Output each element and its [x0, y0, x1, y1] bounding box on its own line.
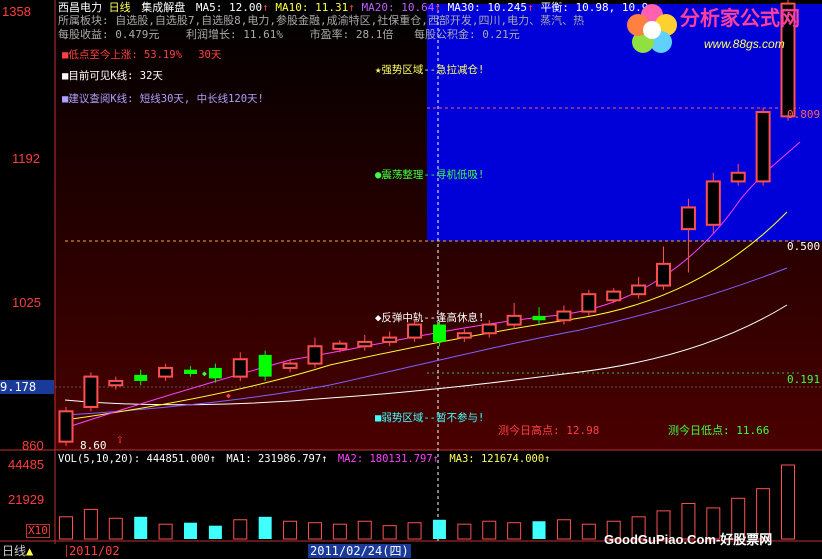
fib-191-label: 0.191 — [787, 373, 821, 386]
period-switch[interactable]: 日线▲ — [2, 545, 33, 557]
volume-bar — [382, 525, 397, 540]
diamond-marker-red: ◆ — [226, 391, 231, 400]
diamond-marker: ◆ — [202, 369, 207, 378]
ma5-value: MA5: 12.00 — [195, 1, 263, 14]
y-tick-mid: 1025 — [12, 295, 41, 310]
volume-bar — [357, 520, 372, 540]
fundamentals-line: 每股收益: 0.479元 利润增长: 11.61% 市盈率: 28.1倍 每股公… — [58, 29, 520, 41]
volume-bar — [83, 508, 98, 540]
low-measure: 测今日低点: 11.66 — [668, 424, 770, 437]
logo: 分析家公式网 www.88gs.com — [624, 2, 820, 60]
volume-bar — [556, 519, 571, 540]
volume-bar — [407, 522, 422, 540]
sector-line: 所属板块: 自选股,自选股7,自选股8,电力,参股金融,成渝特区,社保重仓,西部… — [58, 14, 585, 27]
low-mark: 8.60 — [80, 439, 107, 452]
candle — [83, 372, 99, 412]
volume-bar — [208, 525, 222, 539]
watermark: GoodGuPiao.Com-好股票网 — [604, 532, 773, 547]
volume-bar — [108, 517, 123, 540]
y-tick-upper: 1192 — [12, 151, 40, 166]
chart-canvas[interactable]: ⇧ ◆ ◆ — [0, 0, 822, 559]
y-tick-low: 860 — [22, 438, 44, 453]
legend-rise: ■低点至今上涨: 53.19% 30天 — [62, 49, 222, 61]
legend-suggest: ■建议查阅K线: 短线30天, 中长线120天! — [62, 93, 264, 105]
volume-bar — [332, 523, 347, 540]
chart-header: 西昌电力 日线 集成解盘 MA5: 12.00↑ MA10: 11.31↑ MA… — [58, 1, 649, 14]
vol-tick-mid: 21929 — [8, 492, 45, 507]
month-label: 2011/02 — [66, 545, 120, 557]
volume-bar — [482, 520, 497, 540]
candle — [58, 406, 74, 446]
vol-header: VOL(5,10,20): 444851.000↑ MA1: 231986.79… — [58, 453, 551, 465]
volume-bar — [134, 516, 148, 539]
indicator-name: 集成解盘 — [141, 1, 186, 14]
volume-bar — [507, 522, 522, 540]
up-arrow-marker: ⇧ — [116, 432, 124, 447]
vol-unit: X10 — [26, 524, 50, 538]
volume-bar — [183, 522, 197, 539]
volume-bar — [457, 523, 472, 540]
logo-title: 分析家公式网 — [680, 8, 800, 30]
zone-strong: ★强势区域--急拉减仓! — [375, 64, 485, 76]
ma10-value: MA10: 11.31 — [275, 1, 349, 14]
volume-bar — [283, 520, 298, 540]
volume-bar — [158, 523, 173, 540]
fib-809-label: 0.809 — [787, 108, 821, 121]
high-measure: 测今日高点: 12.98 — [498, 424, 600, 437]
candle — [581, 289, 597, 316]
profit-growth: 利润增长: 11.61% — [185, 28, 283, 41]
volume-bar — [781, 464, 795, 540]
volume-bar — [581, 523, 596, 540]
candle — [258, 350, 272, 381]
volume-bar — [233, 519, 248, 540]
eps: 每股收益: 0.479元 — [58, 28, 160, 41]
flower-logo-icon — [627, 4, 677, 53]
legend-visible: ■目前可见K线: 32天 — [62, 70, 163, 82]
vol-tick-top: 44485 — [8, 457, 45, 472]
y-tick-top: 1358 — [2, 4, 31, 19]
logo-url: www.88gs.com — [704, 37, 785, 51]
reserve-fund: 每股公积金: 0.21元 — [413, 28, 520, 41]
volume-bar — [307, 522, 322, 540]
volume-bar — [258, 516, 272, 539]
period-label: 日线 — [108, 1, 131, 14]
candle — [755, 107, 771, 186]
zone-weak: ■弱势区域--暂不参与! — [375, 412, 485, 424]
zone-shock: ●震荡整理--寻机低吸! — [375, 169, 485, 181]
zone-rebound: ◆反弹中轨--逢高休息! — [375, 312, 485, 324]
candle — [705, 172, 721, 234]
ma30-value: MA30: 10.245 — [447, 1, 528, 14]
cursor-price: 9.178 — [0, 380, 54, 394]
cursor-date: 2011/02/24(四) — [308, 544, 411, 558]
volume-bar — [532, 521, 546, 539]
stock-name: 西昌电力 — [58, 1, 102, 14]
pe-ratio: 市盈率: 28.1倍 — [309, 28, 394, 41]
volume-bar — [59, 516, 73, 540]
ma20-value: MA20: 10.64 — [361, 1, 435, 14]
volume-bar — [432, 519, 446, 539]
fib-500-label: 0.500 — [787, 240, 821, 253]
